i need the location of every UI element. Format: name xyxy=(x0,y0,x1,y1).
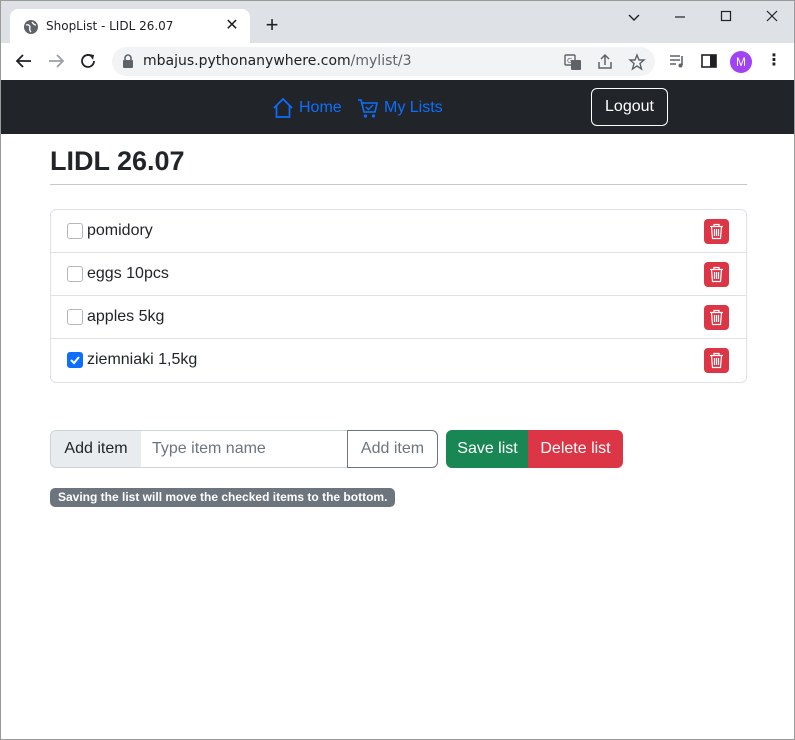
list-item: eggs 10pcs xyxy=(51,253,746,296)
item-label: pomidory xyxy=(87,222,153,239)
browser-tabstrip: ShopList - LIDL 26.07 ✕ + xyxy=(0,0,795,44)
hint-badge: Saving the list will move the checked it… xyxy=(50,488,396,507)
site-navbar: Home My Lists Logout xyxy=(1,80,794,134)
delete-list-button[interactable]: Delete list xyxy=(528,430,623,468)
tab-title: ShopList - LIDL 26.07 xyxy=(46,19,174,33)
item-checkbox[interactable] xyxy=(67,309,83,325)
forward-arrow-icon[interactable] xyxy=(45,50,67,72)
add-item-label: Add item xyxy=(50,430,142,468)
delete-item-button[interactable] xyxy=(704,305,729,330)
trash-icon xyxy=(710,223,723,240)
nav-mylists-label: My Lists xyxy=(384,99,443,116)
browser-toolbar: mbajus.pythonanywhere.com/mylist/3 G M ⋮ xyxy=(0,43,795,80)
close-window-icon[interactable] xyxy=(762,7,782,27)
item-checkbox[interactable] xyxy=(67,223,83,239)
item-checkbox[interactable] xyxy=(67,352,83,368)
star-icon[interactable] xyxy=(628,53,646,71)
profile-avatar[interactable]: M xyxy=(730,51,752,73)
item-label: eggs 10pcs xyxy=(87,265,169,282)
browser-tab[interactable]: ShopList - LIDL 26.07 ✕ xyxy=(10,9,250,44)
add-item-button[interactable]: Add item xyxy=(347,430,438,468)
item-checkbox[interactable] xyxy=(67,266,83,282)
more-menu-icon[interactable]: ⋮ xyxy=(766,52,782,70)
address-bar[interactable]: mbajus.pythonanywhere.com/mylist/3 G xyxy=(112,47,655,76)
house-icon xyxy=(273,97,293,118)
item-name-input[interactable] xyxy=(141,430,348,468)
close-tab-icon[interactable]: ✕ xyxy=(224,18,240,34)
svg-text:G: G xyxy=(567,57,572,65)
url-text: mbajus.pythonanywhere.com/mylist/3 xyxy=(143,53,412,69)
shopping-list: pomidory eggs 10pcs apples 5kg ziemniaki… xyxy=(50,209,747,383)
title-divider xyxy=(50,184,747,185)
checkmark-icon xyxy=(70,356,80,365)
globe-icon xyxy=(23,19,39,35)
page-viewport: Home My Lists Logout LIDL 26.07 pomidory… xyxy=(0,80,795,740)
item-label: apples 5kg xyxy=(87,308,165,325)
cart-icon xyxy=(358,99,378,118)
share-icon[interactable] xyxy=(596,53,614,71)
trash-icon xyxy=(710,266,723,283)
delete-item-button[interactable] xyxy=(704,348,729,373)
maximize-icon[interactable] xyxy=(716,7,736,27)
list-item: apples 5kg xyxy=(51,296,746,339)
delete-item-button[interactable] xyxy=(704,262,729,287)
nav-home-label: Home xyxy=(299,99,342,116)
item-label: ziemniaki 1,5kg xyxy=(87,351,198,368)
page-title: LIDL 26.07 xyxy=(50,146,185,176)
trash-icon xyxy=(710,309,723,326)
save-list-button[interactable]: Save list xyxy=(446,430,529,468)
list-item: ziemniaki 1,5kg xyxy=(51,339,746,382)
logout-button[interactable]: Logout xyxy=(591,88,668,126)
new-tab-icon[interactable]: + xyxy=(262,14,282,36)
delete-item-button[interactable] xyxy=(704,219,729,244)
reload-icon[interactable] xyxy=(77,50,99,72)
media-control-icon[interactable] xyxy=(668,52,686,70)
side-panel-icon[interactable] xyxy=(700,52,718,70)
list-item: pomidory xyxy=(51,210,746,253)
trash-icon xyxy=(710,352,723,369)
nav-home-link[interactable]: Home xyxy=(272,97,342,119)
lock-icon[interactable] xyxy=(122,54,134,68)
back-arrow-icon[interactable] xyxy=(13,50,35,72)
chevron-down-icon[interactable] xyxy=(624,7,644,27)
nav-mylists-link[interactable]: My Lists xyxy=(357,97,443,119)
translate-icon[interactable]: G xyxy=(564,53,582,71)
minimize-icon[interactable] xyxy=(670,7,690,27)
